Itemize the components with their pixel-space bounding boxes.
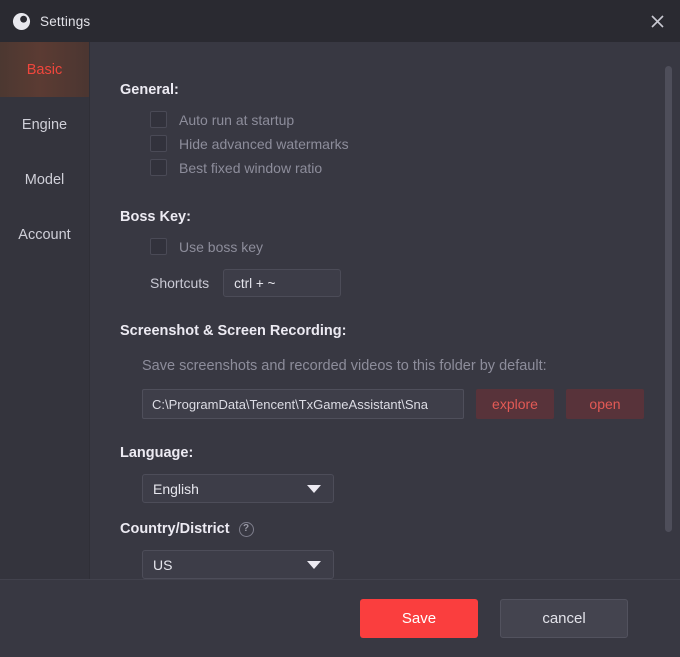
- checkbox-hide-advanced-watermarks[interactable]: Hide advanced watermarks: [150, 135, 650, 152]
- content-scrollbar-track[interactable]: [665, 42, 672, 579]
- chevron-down-icon: [307, 560, 321, 569]
- help-circle-icon[interactable]: ?: [238, 521, 254, 537]
- general-section-title: General:: [120, 82, 179, 98]
- checkbox-box-icon: [150, 238, 167, 255]
- country-selected-value: US: [153, 556, 173, 573]
- settings-scroll-content: General: Auto run at startup Hide advanc…: [90, 42, 680, 579]
- window-title: Settings: [40, 13, 91, 29]
- sidebar-item-account[interactable]: Account: [0, 207, 89, 262]
- shortcuts-row: Shortcuts ctrl + ~: [150, 269, 650, 297]
- close-icon[interactable]: [634, 0, 680, 42]
- checkbox-use-boss-key[interactable]: Use boss key: [150, 238, 650, 255]
- checkbox-label: Use boss key: [179, 238, 264, 255]
- country-section-title-row: Country/District ?: [120, 521, 650, 537]
- checkbox-label: Auto run at startup: [179, 111, 295, 128]
- sidebar-item-model[interactable]: Model: [0, 152, 89, 207]
- shortcuts-label: Shortcuts: [150, 275, 210, 291]
- chevron-down-icon: [307, 484, 321, 493]
- screenshot-path-row: C:\ProgramData\Tencent\TxGameAssistant\S…: [142, 389, 650, 419]
- open-button[interactable]: open: [566, 389, 644, 419]
- checkbox-box-icon: [150, 111, 167, 128]
- screenshot-path-input[interactable]: C:\ProgramData\Tencent\TxGameAssistant\S…: [142, 389, 464, 419]
- screenshot-description: Save screenshots and recorded videos to …: [142, 358, 547, 374]
- checkbox-label: Best fixed window ratio: [179, 159, 323, 176]
- country-select[interactable]: US: [142, 550, 334, 579]
- dialog-footer: Save cancel: [0, 579, 680, 657]
- sidebar-item-label: Basic: [26, 61, 63, 78]
- checkbox-box-icon: [150, 159, 167, 176]
- screenshot-section-title: Screenshot & Screen Recording:: [120, 323, 347, 339]
- country-section-title: Country/District: [120, 521, 230, 537]
- save-button[interactable]: Save: [360, 599, 478, 638]
- language-select[interactable]: English: [142, 474, 334, 503]
- language-section-title: Language:: [120, 445, 194, 461]
- sidebar-item-basic[interactable]: Basic: [0, 42, 89, 97]
- boss-key-section-title: Boss Key:: [120, 209, 191, 225]
- title-bar: Settings: [0, 0, 680, 42]
- checkbox-auto-run-at-startup[interactable]: Auto run at startup: [150, 111, 650, 128]
- sidebar-item-engine[interactable]: Engine: [0, 97, 89, 152]
- sidebar-item-label: Account: [18, 226, 71, 243]
- content-scrollbar-thumb[interactable]: [665, 66, 672, 532]
- settings-window: Settings Basic Engine Model Account Gene…: [0, 0, 680, 657]
- settings-content-area: General: Auto run at startup Hide advanc…: [90, 42, 680, 579]
- cancel-button[interactable]: cancel: [500, 599, 628, 638]
- language-selected-value: English: [153, 480, 199, 497]
- app-logo-icon: [12, 12, 31, 30]
- checkbox-best-fixed-window-ratio[interactable]: Best fixed window ratio: [150, 159, 650, 176]
- sidebar-item-label: Engine: [21, 116, 68, 133]
- checkbox-box-icon: [150, 135, 167, 152]
- window-body: Basic Engine Model Account General: Auto…: [0, 42, 680, 579]
- sidebar-item-label: Model: [24, 171, 65, 188]
- shortcuts-input[interactable]: ctrl + ~: [223, 269, 342, 297]
- checkbox-label: Hide advanced watermarks: [179, 135, 349, 152]
- explore-button[interactable]: explore: [476, 389, 554, 419]
- sidebar: Basic Engine Model Account: [0, 42, 90, 579]
